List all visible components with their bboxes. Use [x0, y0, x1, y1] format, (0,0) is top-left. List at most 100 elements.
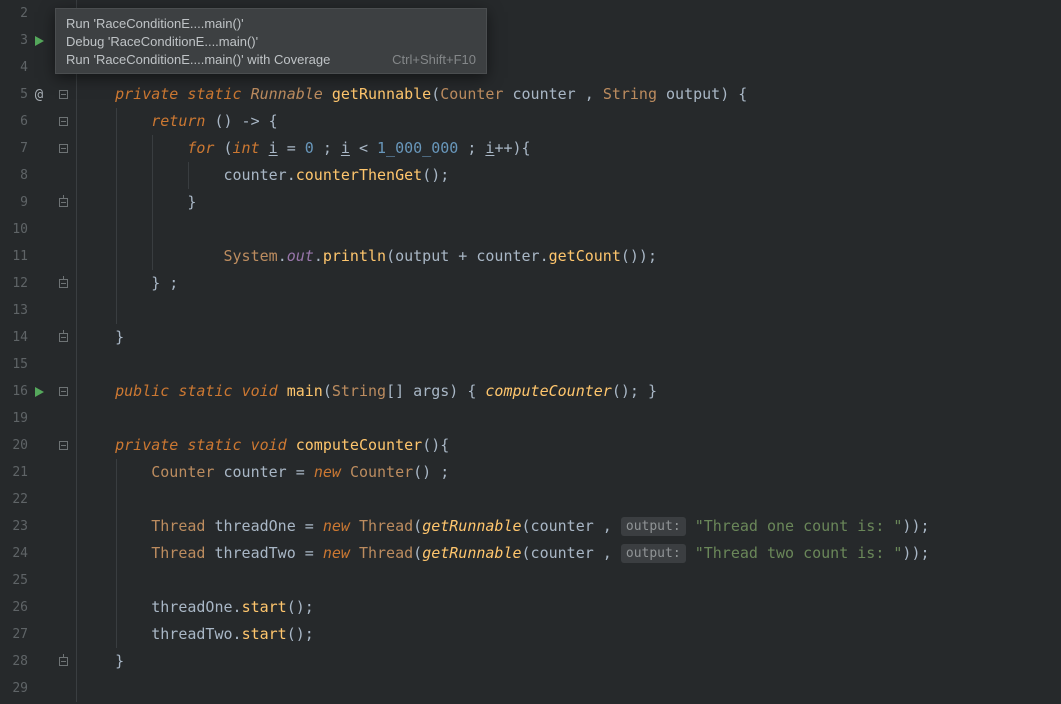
line-number: 11 — [0, 243, 28, 270]
breakpoint-gutter[interactable] — [28, 216, 50, 243]
breakpoint-gutter[interactable] — [28, 189, 50, 216]
line-number: 22 — [0, 486, 28, 513]
breakpoint-gutter[interactable] — [28, 243, 50, 270]
token: threadTwo = — [205, 544, 322, 562]
run-icon[interactable] — [35, 387, 44, 397]
token: (); — [287, 625, 314, 643]
code-line[interactable]: 16 public static void main(String[] args… — [0, 378, 1061, 405]
code-line[interactable]: 14 } — [0, 324, 1061, 351]
code-line[interactable]: 23 Thread threadOne = new Thread(getRunn… — [0, 513, 1061, 540]
breakpoint-gutter[interactable] — [28, 162, 50, 189]
code-line[interactable]: 6 return () -> { — [0, 108, 1061, 135]
token — [341, 463, 350, 481]
breakpoint-gutter[interactable]: @ — [28, 81, 50, 108]
fold-end-icon[interactable] — [59, 198, 68, 207]
code-line[interactable]: 10 — [0, 216, 1061, 243]
fold-end-icon[interactable] — [59, 657, 68, 666]
code-line[interactable]: 22 — [0, 486, 1061, 513]
menu-item-debug[interactable]: Debug 'RaceConditionE....main()' — [56, 32, 486, 50]
breakpoint-gutter[interactable] — [28, 297, 50, 324]
annotation-icon: @ — [35, 88, 43, 102]
code-editor[interactable]: 2345@ private static Runnable getRunnabl… — [0, 0, 1061, 704]
line-number: 26 — [0, 594, 28, 621]
code-line[interactable]: 28 } — [0, 648, 1061, 675]
code-line[interactable]: 5@ private static Runnable getRunnable(C… — [0, 81, 1061, 108]
breakpoint-gutter[interactable] — [28, 432, 50, 459]
token — [79, 247, 224, 265]
code-line[interactable]: 19 — [0, 405, 1061, 432]
code-line[interactable]: 7 for (int i = 0 ; i < 1_000_000 ; i++){ — [0, 135, 1061, 162]
code-line[interactable]: 27 threadTwo.start(); — [0, 621, 1061, 648]
breakpoint-gutter[interactable] — [28, 621, 50, 648]
token — [233, 382, 242, 400]
token: private — [115, 85, 178, 103]
code-line[interactable]: 12 } ; — [0, 270, 1061, 297]
code-text: } — [77, 324, 1061, 351]
fold-start-icon[interactable] — [59, 387, 68, 396]
code-line[interactable]: 15 — [0, 351, 1061, 378]
fold-cell — [50, 432, 77, 459]
breakpoint-gutter[interactable] — [28, 108, 50, 135]
breakpoint-gutter[interactable] — [28, 540, 50, 567]
breakpoint-gutter[interactable] — [28, 567, 50, 594]
token: start — [242, 625, 287, 643]
token: counter. — [79, 166, 296, 184]
breakpoint-gutter[interactable] — [28, 54, 50, 81]
code-line[interactable]: 21 Counter counter = new Counter() ; — [0, 459, 1061, 486]
menu-item-shortcut: Ctrl+Shift+F10 — [392, 52, 476, 67]
breakpoint-gutter[interactable] — [28, 270, 50, 297]
parameter-hint: output: — [621, 517, 686, 536]
breakpoint-gutter[interactable] — [28, 513, 50, 540]
line-number: 19 — [0, 405, 28, 432]
breakpoint-gutter[interactable] — [28, 27, 50, 54]
code-line[interactable]: 20 private static void computeCounter(){ — [0, 432, 1061, 459]
breakpoint-gutter[interactable] — [28, 486, 50, 513]
breakpoint-gutter[interactable] — [28, 459, 50, 486]
fold-end-icon[interactable] — [59, 279, 68, 288]
token: Thread — [359, 517, 413, 535]
token: (counter , — [522, 544, 621, 562]
fold-cell — [50, 189, 77, 216]
breakpoint-gutter[interactable] — [28, 675, 50, 702]
fold-start-icon[interactable] — [59, 144, 68, 153]
token: Counter — [151, 463, 214, 481]
token: threadOne = — [205, 517, 322, 535]
token: static — [187, 85, 241, 103]
code-line[interactable]: 11 System.out.println(output + counter.g… — [0, 243, 1061, 270]
code-line[interactable]: 9 } — [0, 189, 1061, 216]
code-line[interactable]: 25 — [0, 567, 1061, 594]
token: ( — [413, 517, 422, 535]
token — [242, 85, 251, 103]
code-line[interactable]: 24 Thread threadTwo = new Thread(getRunn… — [0, 540, 1061, 567]
token: } — [79, 193, 196, 211]
token: static — [187, 436, 241, 454]
fold-start-icon[interactable] — [59, 90, 68, 99]
code-line[interactable]: 29 — [0, 675, 1061, 702]
fold-end-icon[interactable] — [59, 333, 68, 342]
breakpoint-gutter[interactable] — [28, 648, 50, 675]
code-line[interactable]: 26 threadOne.start(); — [0, 594, 1061, 621]
menu-item-run-coverage[interactable]: Run 'RaceConditionE....main()' with Cove… — [56, 50, 486, 68]
breakpoint-gutter[interactable] — [28, 135, 50, 162]
line-number: 21 — [0, 459, 28, 486]
token: output) { — [657, 85, 747, 103]
fold-cell — [50, 405, 77, 432]
breakpoint-gutter[interactable] — [28, 351, 50, 378]
fold-start-icon[interactable] — [59, 117, 68, 126]
code-line[interactable]: 13 — [0, 297, 1061, 324]
code-text: } ; — [77, 270, 1061, 297]
code-line[interactable]: 8 counter.counterThenGet(); — [0, 162, 1061, 189]
breakpoint-gutter[interactable] — [28, 405, 50, 432]
code-text: System.out.println(output + counter.getC… — [77, 243, 1061, 270]
parameter-hint: output: — [621, 544, 686, 563]
token: ( — [413, 544, 422, 562]
fold-start-icon[interactable] — [59, 441, 68, 450]
code-text: return () -> { — [77, 108, 1061, 135]
token — [79, 382, 115, 400]
breakpoint-gutter[interactable] — [28, 594, 50, 621]
breakpoint-gutter[interactable] — [28, 378, 50, 405]
menu-item-run[interactable]: Run 'RaceConditionE....main()' — [56, 14, 486, 32]
breakpoint-gutter[interactable] — [28, 324, 50, 351]
breakpoint-gutter[interactable] — [28, 0, 50, 27]
run-icon[interactable] — [35, 36, 44, 46]
